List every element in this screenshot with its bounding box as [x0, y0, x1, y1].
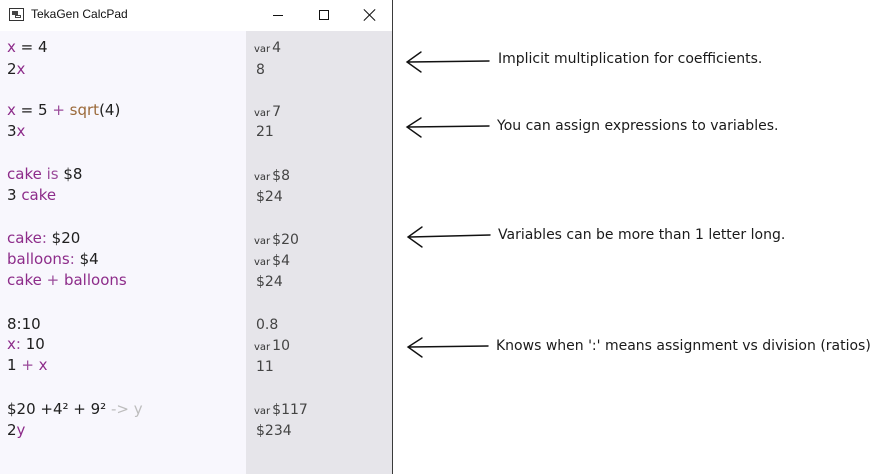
- result-line: 8: [256, 62, 265, 78]
- annotation-long-variable-names: Variables can be more than 1 letter long…: [498, 227, 786, 243]
- close-icon: [364, 9, 376, 21]
- editor-pane[interactable]: x = 4 2x x = 5 + sqrt(4) 3x cake is $8 3…: [0, 31, 246, 474]
- editor-line[interactable]: 3x: [7, 121, 25, 141]
- result-line: var $8: [254, 168, 290, 184]
- editor-line[interactable]: $20 +4² + 9² -> y: [7, 399, 143, 419]
- arrow-left-icon: [405, 51, 490, 73]
- result-line: var $117: [254, 402, 308, 418]
- title-bar[interactable]: TekaGen CalcPad: [0, 0, 392, 31]
- result-line: var $20: [254, 232, 299, 248]
- annotation-assign-expressions: You can assign expressions to variables.: [497, 118, 779, 134]
- close-button[interactable]: [347, 0, 393, 31]
- editor-line[interactable]: x = 5 + sqrt(4): [7, 100, 120, 120]
- result-line: var 4: [254, 40, 282, 56]
- app-icon: [9, 8, 24, 21]
- result-line: $24: [256, 189, 283, 205]
- editor-line[interactable]: 1 + x: [7, 355, 48, 375]
- result-line: var $4: [254, 253, 290, 269]
- editor-line[interactable]: 3 cake: [7, 185, 56, 205]
- maximize-button[interactable]: [301, 0, 347, 31]
- arrow-left-icon: [406, 226, 491, 248]
- window-title: TekaGen CalcPad: [31, 7, 128, 21]
- result-line: var 10: [254, 338, 290, 354]
- result-line: 0.8: [256, 317, 279, 333]
- maximize-icon: [319, 10, 329, 20]
- result-line: 11: [256, 359, 274, 375]
- editor-line[interactable]: balloons: $4: [7, 249, 99, 269]
- minimize-icon: [273, 15, 283, 16]
- annotation-implicit-multiplication: Implicit multiplication for coefficients…: [498, 51, 763, 67]
- editor-line[interactable]: 2x: [7, 59, 25, 79]
- editor-line[interactable]: x: 10: [7, 334, 45, 354]
- editor-line[interactable]: x = 4: [7, 37, 48, 57]
- editor-line[interactable]: cake + balloons: [7, 270, 127, 290]
- editor-line[interactable]: 2y: [7, 420, 25, 440]
- calcpad-window: TekaGen CalcPad x = 4 2x x = 5 + sqrt(4)…: [0, 0, 393, 474]
- result-line: 21: [256, 124, 274, 140]
- result-line: var 7: [254, 104, 282, 120]
- arrow-left-icon: [406, 337, 489, 358]
- arrow-left-icon: [405, 117, 490, 138]
- annotation-colon-assignment: Knows when ':' means assignment vs divis…: [496, 338, 872, 354]
- minimize-button[interactable]: [255, 0, 301, 31]
- result-line: $24: [256, 274, 283, 290]
- result-line: $234: [256, 423, 292, 439]
- editor-line[interactable]: 8:10: [7, 314, 41, 334]
- editor-line[interactable]: cake: $20: [7, 228, 80, 248]
- editor-line[interactable]: cake is $8: [7, 164, 82, 184]
